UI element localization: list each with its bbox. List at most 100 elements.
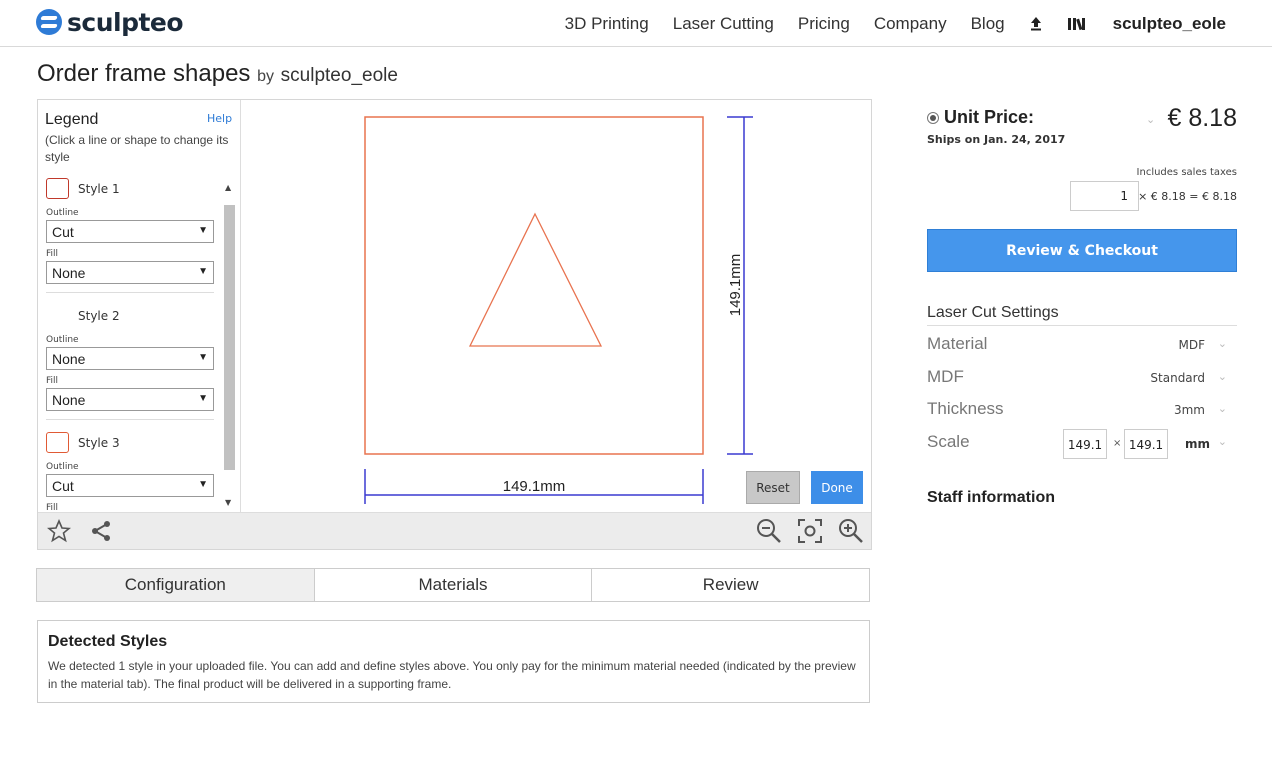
upload-icon[interactable] bbox=[1029, 16, 1043, 31]
logo-text: sculpteo bbox=[67, 7, 184, 37]
dropdown-arrow-icon: ▼ bbox=[198, 479, 208, 490]
style-1-name: Style 1 bbox=[78, 182, 120, 196]
design-canvas[interactable]: 149.1mm 149.1mm bbox=[242, 100, 871, 512]
star-icon[interactable] bbox=[46, 518, 72, 544]
thickness-value: 3mm bbox=[1173, 403, 1205, 417]
thickness-label: Thickness bbox=[927, 399, 1004, 418]
style-2-fill-select[interactable]: None ▼ bbox=[46, 388, 214, 411]
scale-label: Scale bbox=[927, 432, 970, 451]
quantity-input[interactable]: 1 bbox=[1070, 181, 1139, 211]
style-3-fill-label: Fill bbox=[46, 503, 59, 512]
page-title: Order frame shapes by sculpteo_eole bbox=[37, 60, 398, 88]
style-2-outline-select[interactable]: None ▼ bbox=[46, 347, 214, 370]
tab-materials[interactable]: Materials bbox=[313, 569, 592, 601]
width-dimension-label: 149.1mm bbox=[503, 478, 566, 495]
setting-material[interactable]: Material MDF ⌄ bbox=[927, 331, 1237, 359]
author-name[interactable]: sculpteo_eole bbox=[281, 65, 398, 86]
style-1-outline-value: Cut bbox=[52, 224, 74, 240]
legend-help-link[interactable]: Help bbox=[207, 112, 232, 125]
scroll-thumb[interactable] bbox=[224, 205, 235, 470]
editor-toolbar bbox=[38, 512, 871, 549]
mdf-value: Standard bbox=[1150, 371, 1205, 385]
done-button[interactable]: Done bbox=[811, 471, 863, 504]
style-2-outline-label: Outline bbox=[46, 335, 79, 345]
staff-information[interactable]: Staff information bbox=[927, 489, 1055, 507]
style-1-fill-label: Fill bbox=[46, 249, 59, 259]
ship-date: Ships on Jan. 24, 2017 bbox=[927, 133, 1066, 146]
sculpteo-logo-icon bbox=[36, 9, 62, 35]
outer-frame-shape[interactable] bbox=[364, 116, 704, 455]
material-label: Material bbox=[927, 334, 988, 353]
scroll-down-icon[interactable]: ▼ bbox=[225, 498, 231, 507]
style-1-outline-select[interactable]: Cut ▼ bbox=[46, 220, 214, 243]
order-tabs: Configuration Materials Review bbox=[36, 568, 870, 602]
dropdown-arrow-icon: ▼ bbox=[198, 352, 208, 363]
price-formula: × € 8.18 = € 8.18 bbox=[1138, 190, 1237, 203]
unit-price-value: € 8.18 bbox=[1167, 104, 1237, 132]
style-3-swatch[interactable] bbox=[46, 432, 69, 453]
detected-styles-title: Detected Styles bbox=[48, 633, 168, 650]
library-icon[interactable] bbox=[1067, 16, 1087, 31]
zoom-in-icon[interactable] bbox=[838, 518, 864, 544]
design-editor: Legend Help (Click a line or shape to ch… bbox=[37, 99, 872, 550]
top-navbar: sculpteo 3D Printing Laser Cutting Prici… bbox=[0, 0, 1272, 47]
triangle-shape[interactable] bbox=[468, 212, 603, 347]
style-2-name: Style 2 bbox=[78, 309, 120, 323]
setting-thickness[interactable]: Thickness 3mm ⌄ bbox=[927, 396, 1237, 424]
dropdown-arrow-icon: ▼ bbox=[198, 393, 208, 404]
tab-review[interactable]: Review bbox=[591, 569, 870, 601]
share-icon[interactable] bbox=[88, 518, 114, 544]
setting-scale: Scale 149.1 × 149.1 mm ⌄ bbox=[927, 429, 1237, 459]
style-2-fill-value: None bbox=[52, 392, 86, 408]
style-2-outline-value: None bbox=[52, 351, 86, 367]
style-divider bbox=[46, 292, 214, 293]
style-divider bbox=[46, 419, 214, 420]
scale-width-input[interactable]: 149.1 bbox=[1063, 429, 1107, 459]
nav-company[interactable]: Company bbox=[874, 14, 947, 34]
chevron-down-icon[interactable]: ⌄ bbox=[1146, 113, 1155, 126]
scroll-up-icon[interactable]: ▲ bbox=[225, 183, 231, 192]
style-1-outline-label: Outline bbox=[46, 208, 79, 218]
nav-3d-printing[interactable]: 3D Printing bbox=[565, 14, 649, 34]
unit-price-label: Unit Price: bbox=[944, 107, 1035, 127]
nav-blog[interactable]: Blog bbox=[971, 14, 1005, 34]
style-2-fill-label: Fill bbox=[46, 376, 59, 386]
chevron-down-icon[interactable]: ⌄ bbox=[1218, 370, 1227, 383]
height-dimension-label: 149.1mm bbox=[727, 254, 744, 317]
legend-scrollbar[interactable]: ▲ ▼ bbox=[221, 180, 237, 512]
style-1-fill-select[interactable]: None ▼ bbox=[46, 261, 214, 284]
review-checkout-button[interactable]: Review & Checkout bbox=[927, 229, 1237, 272]
style-3-outline-value: Cut bbox=[52, 478, 74, 494]
unit-price-row: Unit Price: ⌄ € 8.18 bbox=[927, 104, 1237, 132]
page-title-text: Order frame shapes bbox=[37, 60, 251, 87]
taxes-note: Includes sales taxes bbox=[1136, 167, 1237, 178]
chevron-down-icon[interactable]: ⌄ bbox=[1218, 337, 1227, 350]
nav-laser-cutting[interactable]: Laser Cutting bbox=[673, 14, 774, 34]
chevron-down-icon[interactable]: ⌄ bbox=[1218, 402, 1227, 415]
design-preview[interactable]: 149.1mm 149.1mm bbox=[242, 100, 871, 512]
scale-times: × bbox=[1113, 438, 1122, 449]
style-3-name: Style 3 bbox=[78, 436, 120, 450]
dropdown-arrow-icon: ▼ bbox=[198, 225, 208, 236]
style-3-outline-select[interactable]: Cut ▼ bbox=[46, 474, 214, 497]
reset-button[interactable]: Reset bbox=[746, 471, 800, 504]
chevron-down-icon[interactable]: ⌄ bbox=[1218, 435, 1227, 448]
sculpteo-logo[interactable]: sculpteo bbox=[36, 7, 184, 37]
unit-price-radio[interactable] bbox=[927, 112, 939, 124]
user-menu[interactable]: sculpteo_eole bbox=[1113, 14, 1226, 34]
setting-mdf[interactable]: MDF Standard ⌄ bbox=[927, 364, 1237, 392]
tab-configuration[interactable]: Configuration bbox=[37, 569, 314, 601]
scale-unit-select[interactable]: mm bbox=[1185, 437, 1210, 451]
detected-styles-text: We detected 1 style in your uploaded fil… bbox=[48, 659, 856, 691]
style-2-swatch[interactable] bbox=[46, 305, 69, 326]
fit-view-icon[interactable] bbox=[797, 518, 823, 544]
laser-cut-settings-title: Laser Cut Settings bbox=[927, 304, 1237, 326]
nav-pricing[interactable]: Pricing bbox=[798, 14, 850, 34]
scale-height-input[interactable]: 149.1 bbox=[1124, 429, 1168, 459]
zoom-out-icon[interactable] bbox=[756, 518, 782, 544]
style-3-outline-label: Outline bbox=[46, 462, 79, 472]
legend-title: Legend bbox=[45, 111, 99, 128]
by-label: by bbox=[257, 68, 274, 85]
style-1-swatch[interactable] bbox=[46, 178, 69, 199]
legend-hint: (Click a line or shape to change its sty… bbox=[45, 133, 229, 164]
